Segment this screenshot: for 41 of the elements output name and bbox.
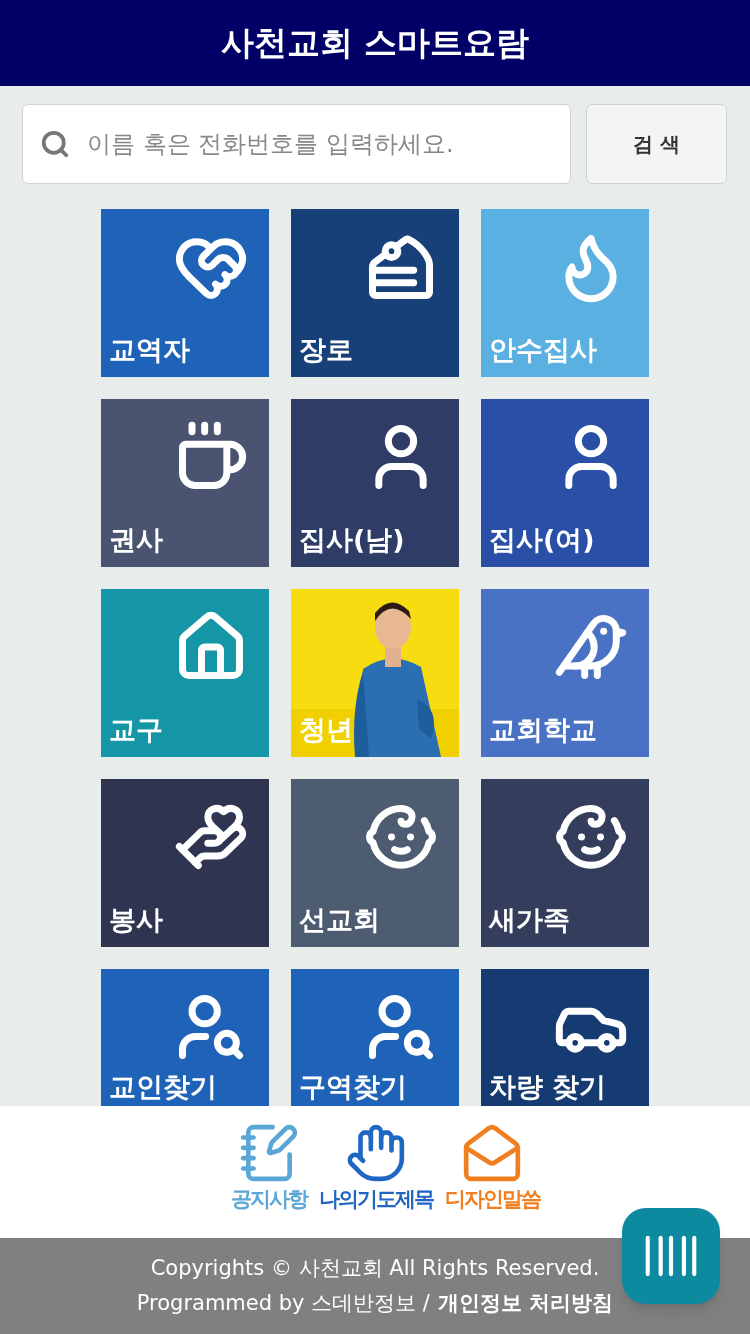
tile-label: 교인찾기 <box>109 1073 217 1100</box>
search-field[interactable]: 이름 혹은 전화번호를 입력하세요. <box>22 104 571 184</box>
app-title: 사천교회 스마트요람 <box>220 22 530 65</box>
tile-label: 새가족 <box>489 906 570 933</box>
menu-tile[interactable]: 봉사 <box>101 779 269 947</box>
menu-tile[interactable]: 선교회 <box>291 779 459 947</box>
menu-tile[interactable]: 교역자 <box>101 209 269 377</box>
nav-label: 공지사항 <box>230 1186 307 1213</box>
search-icon <box>40 129 70 159</box>
tile-label: 구역찾기 <box>299 1073 407 1100</box>
tile-label: 봉사 <box>109 906 163 933</box>
credit-text: Programmed by 스데반정보 / <box>136 1290 430 1317</box>
menu-tile[interactable]: 구역찾기 <box>291 969 459 1106</box>
nav-item[interactable]: 나의기도제목 <box>318 1122 433 1216</box>
tile-label: 장로 <box>299 336 353 363</box>
menu-tile[interactable]: 집사(여) <box>481 399 649 567</box>
tile-label: 차량 찾기 <box>489 1073 607 1100</box>
menu-tile[interactable]: 장로 <box>291 209 459 377</box>
nav-label: 디자인말씀 <box>444 1186 540 1213</box>
tile-label: 안수집사 <box>489 336 597 363</box>
tile-label: 교회학교 <box>489 716 597 743</box>
envelope-icon <box>461 1122 523 1184</box>
menu-tile[interactable]: 교구 <box>101 589 269 757</box>
menu-tile[interactable]: 집사(남) <box>291 399 459 567</box>
search-button[interactable]: 검 색 <box>586 104 727 184</box>
menu-tile[interactable]: 교인찾기 <box>101 969 269 1106</box>
menu-tile[interactable]: 차량 찾기 <box>481 969 649 1106</box>
tile-label: 집사(남) <box>299 526 405 553</box>
nav-label: 나의기도제목 <box>318 1186 433 1213</box>
barcode-button[interactable] <box>622 1208 720 1304</box>
tile-label: 교구 <box>109 716 163 743</box>
privacy-link[interactable]: 개인정보 처리방침 <box>437 1288 614 1320</box>
menu-tile[interactable]: 새가족 <box>481 779 649 947</box>
tile-label: 집사(여) <box>489 526 595 553</box>
tile-label: 교역자 <box>109 336 190 363</box>
tile-label: 청년 <box>299 716 353 743</box>
menu-tile[interactable]: 교회학교 <box>481 589 649 757</box>
menu-tile[interactable]: 권사 <box>101 399 269 567</box>
tile-label: 선교회 <box>299 906 380 933</box>
tile-label: 권사 <box>109 526 163 553</box>
copyright-text: Copyrights © 사천교회 All Rights Reserved. <box>150 1254 600 1282</box>
